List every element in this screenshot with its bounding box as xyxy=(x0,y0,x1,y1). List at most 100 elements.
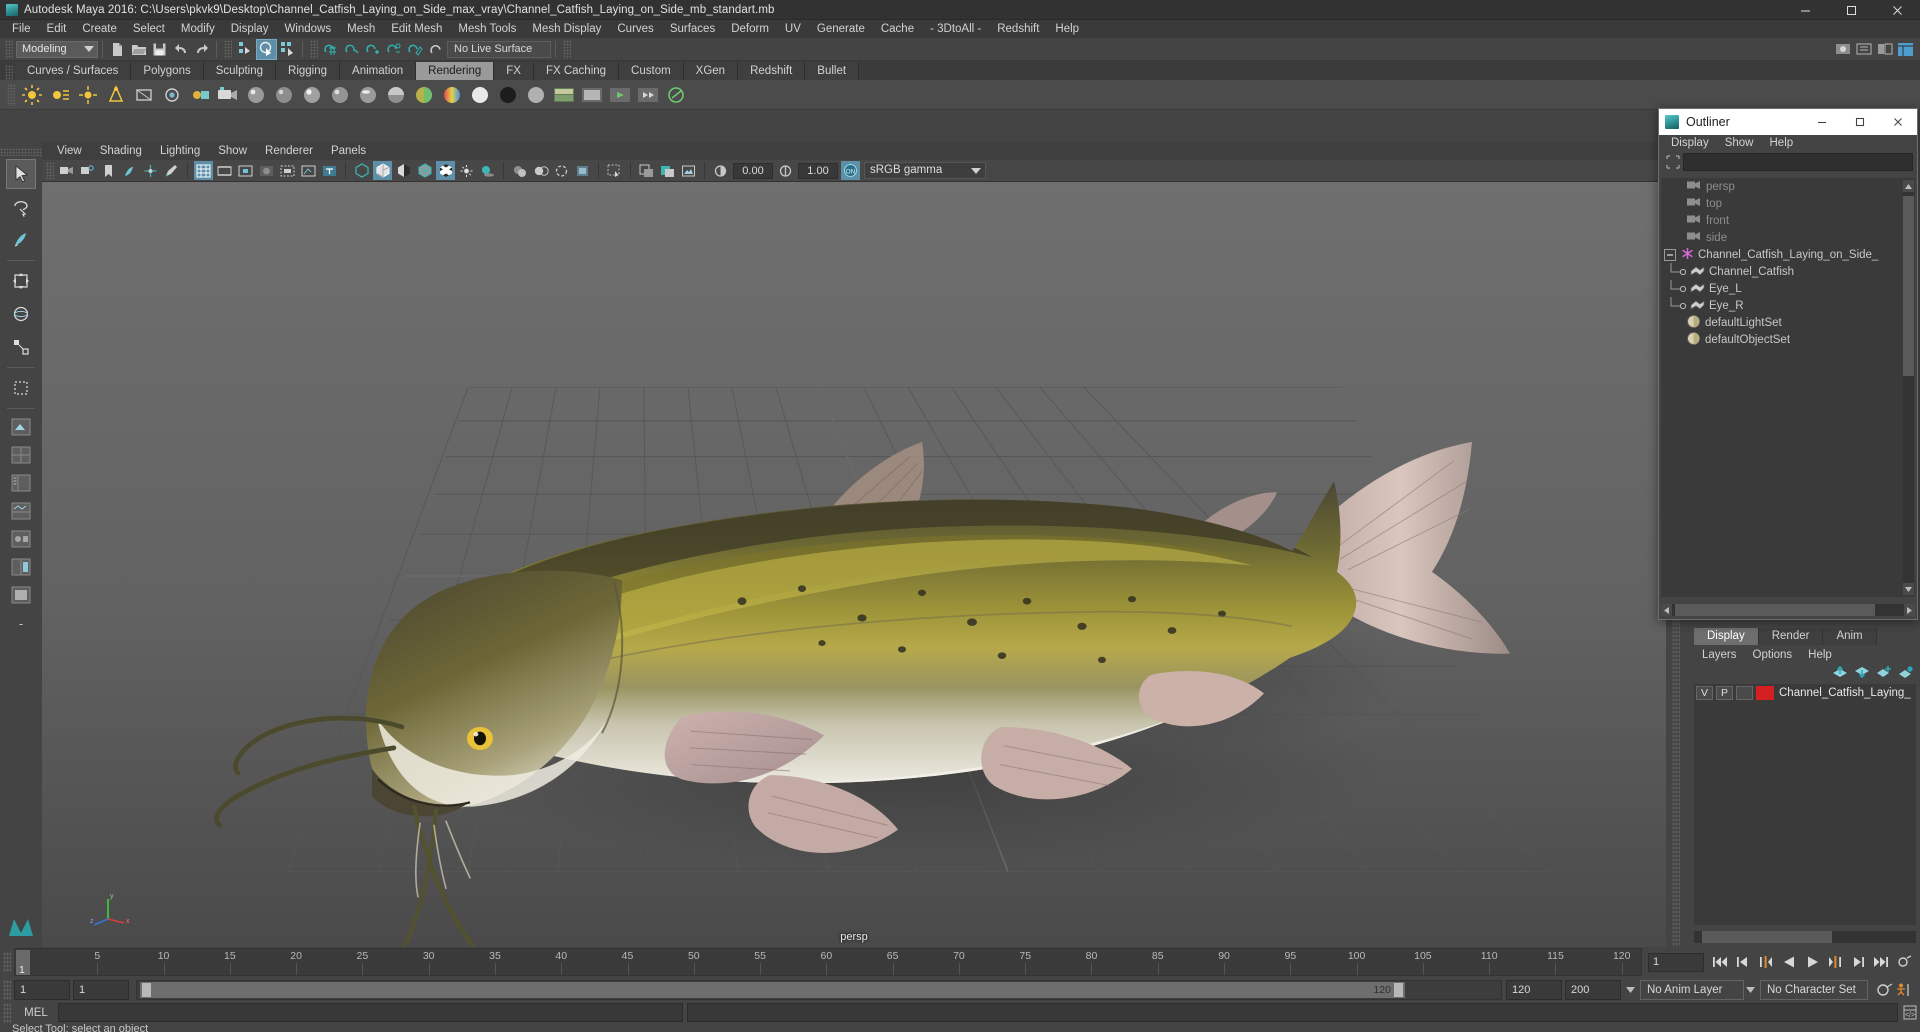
character-set-dropdown-arrow-icon[interactable] xyxy=(1744,980,1756,1000)
exposure-field[interactable]: 0.00 xyxy=(733,162,773,179)
image-sequence-icon[interactable] xyxy=(658,161,677,180)
depth-of-field-icon[interactable] xyxy=(573,161,592,180)
channel-box-toggle[interactable] xyxy=(1895,39,1916,60)
minimize-button[interactable] xyxy=(1782,0,1828,20)
snap-to-curve-button[interactable] xyxy=(342,39,363,60)
tool-settings-toggle[interactable] xyxy=(1874,39,1895,60)
material-layered-icon[interactable] xyxy=(383,82,409,108)
time-slider[interactable]: 1 5 10 15 20 25 30 35 40 45 50 55 60 65 70 75 80 85 90 95 1… xyxy=(14,948,1642,976)
outliner-item-default-light-set[interactable]: defaultLightSet xyxy=(1661,314,1915,331)
layout-render-icon[interactable] xyxy=(8,582,34,608)
outliner-item-channel-catfish[interactable]: Channel_Catfish xyxy=(1661,263,1915,280)
wireframe-on-shaded-icon[interactable] xyxy=(415,161,434,180)
options-menu[interactable]: Options xyxy=(1745,647,1801,664)
menu-edit-mesh[interactable]: Edit Mesh xyxy=(383,20,450,38)
outliner-item-catfish-group[interactable]: Channel_Catfish_Laying_on_Side_ xyxy=(1661,246,1915,263)
use-all-lights-icon[interactable] xyxy=(457,161,476,180)
shelf-tab-sculpting[interactable]: Sculpting xyxy=(203,62,277,80)
step-forward-frame-button[interactable] xyxy=(1825,952,1845,972)
menu-uv[interactable]: UV xyxy=(777,20,809,38)
shelf-tab-rendering[interactable]: Rendering xyxy=(416,62,495,80)
outliner-scroll-thumb[interactable] xyxy=(1903,196,1914,376)
shelf-tab-rigging[interactable]: Rigging xyxy=(276,62,341,80)
script-editor-button[interactable]: </> xyxy=(1900,1003,1920,1022)
last-tool-button[interactable] xyxy=(6,373,36,403)
outliner-tree[interactable]: persp top front side Channel_Catfish_Lay… xyxy=(1661,178,1915,597)
gate-mask-icon[interactable] xyxy=(257,161,276,180)
volume-light-icon[interactable] xyxy=(159,82,185,108)
menu-windows[interactable]: Windows xyxy=(276,20,339,38)
render-view-icon[interactable] xyxy=(579,82,605,108)
select-component-button[interactable] xyxy=(277,39,298,60)
command-output-field[interactable] xyxy=(687,1003,1898,1022)
scale-tool-button[interactable] xyxy=(6,332,36,362)
scroll-left-arrow-icon[interactable] xyxy=(1661,604,1672,616)
menu-mesh-display[interactable]: Mesh Display xyxy=(524,20,609,38)
texture-checker-icon[interactable] xyxy=(411,82,437,108)
scroll-right-arrow-icon[interactable] xyxy=(1904,604,1915,616)
shelf-tab-redshift[interactable]: Redshift xyxy=(738,62,806,80)
outliner-item-eye-l[interactable]: Eye_L xyxy=(1661,280,1915,297)
shelf-grip[interactable] xyxy=(5,65,13,80)
redo-button[interactable] xyxy=(191,39,212,60)
play-backwards-button[interactable] xyxy=(1779,952,1799,972)
layer-display-type-toggle[interactable] xyxy=(1736,686,1753,700)
outliner-menu-show[interactable]: Show xyxy=(1717,135,1762,152)
undo-button[interactable] xyxy=(170,39,191,60)
display-layer-list[interactable]: V P Channel_Catfish_Laying_ xyxy=(1694,684,1916,925)
point-light-icon[interactable] xyxy=(75,82,101,108)
texture-black-icon[interactable] xyxy=(495,82,521,108)
select-camera-icon[interactable] xyxy=(57,161,76,180)
snap-to-projected-center-button[interactable] xyxy=(384,39,405,60)
animation-end-time-field[interactable]: 200 xyxy=(1565,980,1621,1000)
menu-surfaces[interactable]: Surfaces xyxy=(662,20,723,38)
select-object-button[interactable] xyxy=(256,38,277,60)
outliner-item-front[interactable]: front xyxy=(1661,212,1915,229)
layer-list-horizontal-scrollbar[interactable] xyxy=(1694,931,1916,943)
viewport-toolbar-grip[interactable] xyxy=(46,162,54,179)
smooth-shade-selected-icon[interactable] xyxy=(394,161,413,180)
menu-mesh-tools[interactable]: Mesh Tools xyxy=(450,20,524,38)
step-back-key-button[interactable] xyxy=(1733,952,1753,972)
anim-layer-dropdown-arrow-icon[interactable] xyxy=(1624,980,1636,1000)
range-slider-bar[interactable]: 120 xyxy=(136,980,1502,1000)
attribute-editor-toggle[interactable] xyxy=(1853,39,1874,60)
gamma-field[interactable]: 1.00 xyxy=(798,162,838,179)
live-surface-field[interactable]: No Live Surface xyxy=(447,40,551,58)
play-forwards-button[interactable] xyxy=(1802,952,1822,972)
move-layer-down-icon[interactable] xyxy=(1854,664,1870,680)
shelf-tab-polygons[interactable]: Polygons xyxy=(131,62,204,80)
snap-to-view-plane-button[interactable] xyxy=(405,39,426,60)
menu-set-selector[interactable]: Modeling xyxy=(16,40,98,58)
range-handle-right[interactable] xyxy=(1394,983,1403,997)
render-settings-icon[interactable] xyxy=(551,82,577,108)
maximize-button[interactable] xyxy=(1828,0,1874,20)
menu-deform[interactable]: Deform xyxy=(723,20,777,38)
hypershade-icon[interactable] xyxy=(663,82,689,108)
expand-collapse-toggle[interactable] xyxy=(1664,248,1676,261)
xray-mode-icon[interactable] xyxy=(299,161,318,180)
toolbox-grip[interactable] xyxy=(0,148,42,156)
shelf-tab-xgen[interactable]: XGen xyxy=(683,62,739,80)
move-layer-up-icon[interactable] xyxy=(1832,664,1848,680)
range-handle-left[interactable] xyxy=(142,983,151,997)
film-gate-icon[interactable] xyxy=(215,161,234,180)
layout-more-icon[interactable]: - xyxy=(8,610,34,636)
shelf-tab-custom[interactable]: Custom xyxy=(619,62,684,80)
viewport-menu-view[interactable]: View xyxy=(48,142,91,160)
wireframe-shading-icon[interactable] xyxy=(352,161,371,180)
layer-row[interactable]: V P Channel_Catfish_Laying_ xyxy=(1694,684,1916,702)
material-anisotropic-icon[interactable] xyxy=(355,82,381,108)
area-light-icon[interactable] xyxy=(131,82,157,108)
save-scene-button[interactable] xyxy=(149,39,170,60)
step-forward-key-button[interactable] xyxy=(1848,952,1868,972)
command-input-field[interactable] xyxy=(58,1003,683,1022)
animation-preferences-button-2[interactable] xyxy=(1894,980,1914,1000)
texture-display-icon[interactable] xyxy=(436,161,455,180)
toolbar-grip-4[interactable] xyxy=(563,39,571,59)
go-to-end-button[interactable] xyxy=(1871,952,1891,972)
menu-select[interactable]: Select xyxy=(125,20,173,38)
outliner-minimize-button[interactable] xyxy=(1803,109,1841,135)
grid-toggle-icon[interactable] xyxy=(194,161,213,180)
outliner-title-bar[interactable]: Outliner xyxy=(1659,109,1917,135)
